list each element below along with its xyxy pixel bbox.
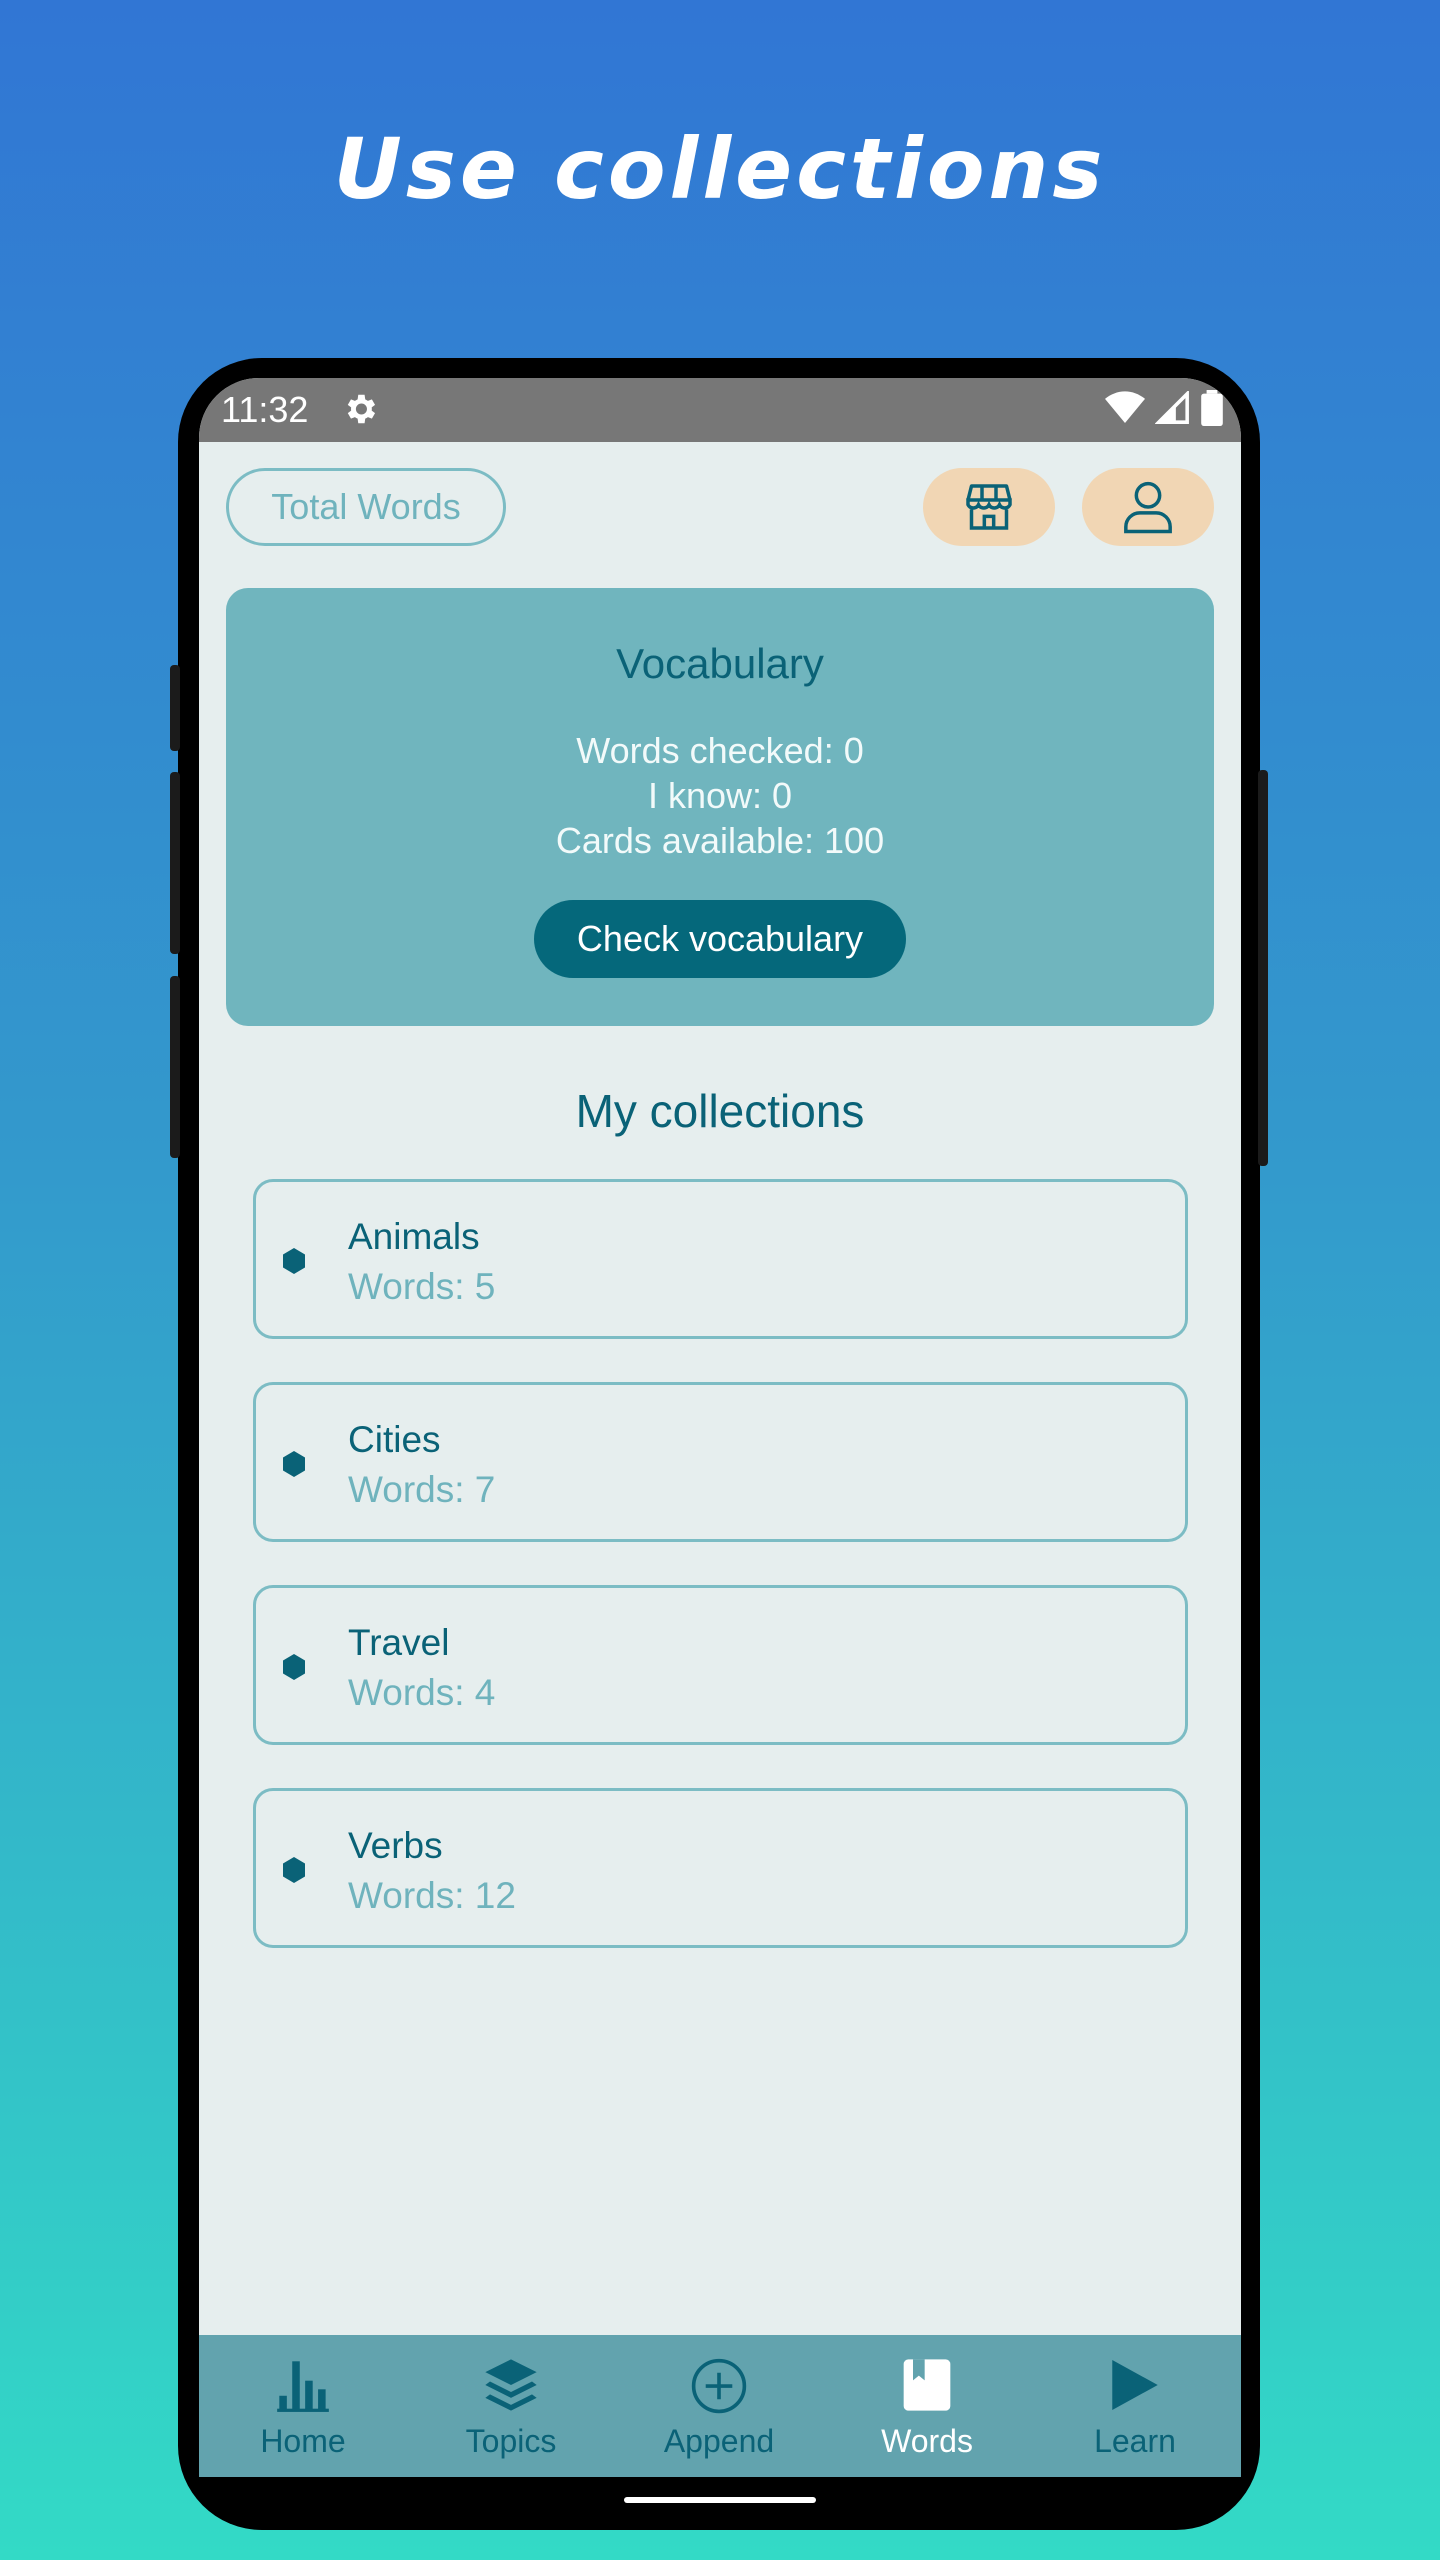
collection-item-cities[interactable]: Cities Words: 7 bbox=[253, 1382, 1188, 1542]
nav-home-label: Home bbox=[260, 2423, 346, 2459]
store-icon bbox=[966, 484, 1012, 530]
words-checked-stat: Words checked: 0 bbox=[576, 730, 864, 771]
cards-available-stat: Cards available: 100 bbox=[555, 820, 885, 861]
add-circle-icon bbox=[691, 2358, 747, 2414]
collection-item-animals[interactable]: Animals Words: 5 bbox=[253, 1179, 1188, 1339]
collection-word-count: Words: 7 bbox=[348, 1469, 496, 1510]
battery-icon bbox=[1201, 390, 1223, 426]
phone-side-button bbox=[1258, 770, 1268, 1166]
bottom-navigation: Home Topics Append Words Learn bbox=[199, 2335, 1241, 2477]
collections-title: My collections bbox=[575, 1085, 865, 1137]
nav-topics-label: Topics bbox=[465, 2423, 557, 2459]
phone-side-button bbox=[170, 976, 180, 1158]
nav-topics[interactable]: Topics bbox=[407, 2335, 615, 2477]
book-icon bbox=[903, 2359, 951, 2411]
play-icon bbox=[1112, 2360, 1158, 2410]
collection-item-travel[interactable]: Travel Words: 4 bbox=[253, 1585, 1188, 1745]
layers-icon bbox=[485, 2359, 537, 2411]
collection-name: Travel bbox=[348, 1622, 450, 1663]
i-know-stat: I know: 0 bbox=[647, 775, 793, 816]
vocabulary-title: Vocabulary bbox=[616, 640, 824, 687]
status-time: 11:32 bbox=[221, 389, 309, 430]
nav-learn-label: Learn bbox=[1094, 2423, 1176, 2459]
status-icons bbox=[1105, 390, 1223, 426]
collection-item-verbs[interactable]: Verbs Words: 12 bbox=[253, 1788, 1188, 1948]
nav-append[interactable]: Append bbox=[615, 2335, 823, 2477]
collection-name: Cities bbox=[348, 1419, 441, 1460]
hexagon-icon bbox=[283, 1451, 305, 1477]
phone-side-button bbox=[170, 665, 180, 751]
wifi-icon bbox=[1105, 391, 1145, 423]
app-screen: 11:32 Total Words Vocabulary Words check… bbox=[199, 378, 1241, 2477]
check-vocabulary-button[interactable]: Check vocabulary bbox=[534, 900, 906, 978]
collection-word-count: Words: 12 bbox=[348, 1875, 516, 1916]
hexagon-icon bbox=[283, 1248, 305, 1274]
bar-chart-icon bbox=[277, 2361, 329, 2412]
nav-words[interactable]: Words bbox=[823, 2335, 1031, 2477]
nav-append-label: Append bbox=[663, 2423, 775, 2459]
store-button[interactable] bbox=[923, 468, 1055, 546]
phone-side-button bbox=[170, 772, 180, 954]
hexagon-icon bbox=[283, 1857, 305, 1883]
hexagon-icon bbox=[283, 1654, 305, 1680]
nav-learn[interactable]: Learn bbox=[1031, 2335, 1239, 2477]
headline: Use collections bbox=[333, 120, 1107, 218]
collection-name: Verbs bbox=[348, 1825, 443, 1866]
status-bar: 11:32 bbox=[199, 378, 1241, 442]
vocabulary-card: Vocabulary Words checked: 0 I know: 0 Ca… bbox=[226, 588, 1214, 1026]
profile-button[interactable] bbox=[1082, 468, 1214, 546]
user-icon bbox=[1124, 481, 1172, 534]
collection-name: Animals bbox=[348, 1216, 480, 1257]
nav-words-label: Words bbox=[881, 2423, 973, 2459]
home-indicator[interactable] bbox=[624, 2497, 816, 2503]
total-words-button[interactable]: Total Words bbox=[226, 468, 506, 546]
collection-word-count: Words: 5 bbox=[348, 1266, 496, 1307]
settings-gear-icon bbox=[341, 390, 379, 437]
nav-home[interactable]: Home bbox=[199, 2335, 407, 2477]
collection-word-count: Words: 4 bbox=[348, 1672, 496, 1713]
signal-icon bbox=[1155, 391, 1189, 424]
